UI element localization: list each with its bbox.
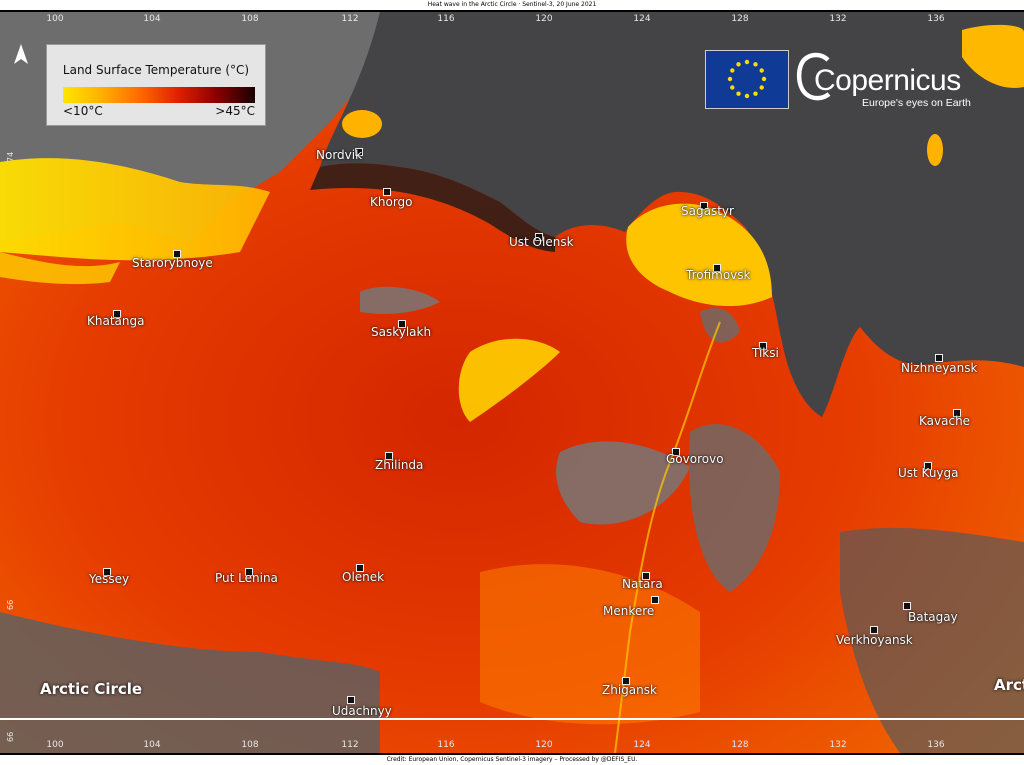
copernicus-logo: Copernicus Europe's eyes on Earth <box>794 48 994 110</box>
arctic-circle-line <box>0 718 1024 720</box>
longitude-label: 108 <box>241 740 259 750</box>
city-label: Olenek <box>342 570 385 584</box>
city-label: Saskylakh <box>371 325 432 339</box>
city-label: Nordvik <box>316 148 363 162</box>
longitude-label: 104 <box>143 740 161 750</box>
arctic-circle-label-right: Arct <box>994 676 1024 694</box>
longitude-label: 116 <box>437 14 455 24</box>
arctic-circle-label: Arctic Circle <box>40 680 143 698</box>
latitude-label: 66 <box>6 731 15 742</box>
longitude-label: 116 <box>437 740 455 750</box>
longitude-label: 100 <box>46 14 64 24</box>
longitude-label: 120 <box>535 14 553 24</box>
longitude-label: 132 <box>829 740 847 750</box>
legend-min-label: <10°C <box>63 104 103 118</box>
city-label: Sagastyr <box>681 204 734 218</box>
city-label: Zhilinda <box>375 458 424 472</box>
city-label: Verkhoyansk <box>836 633 913 647</box>
city-marker <box>651 596 659 604</box>
longitude-label: 100 <box>46 740 64 750</box>
legend-max-label: >45°C <box>215 104 255 118</box>
latitude-label: 74 <box>6 151 15 162</box>
longitude-label: 108 <box>241 14 259 24</box>
copernicus-wordmark: Copernicus <box>814 64 961 97</box>
city-label: Khatanga <box>87 314 145 328</box>
island-east <box>927 134 943 166</box>
longitude-label: 128 <box>731 14 749 24</box>
longitude-label: 136 <box>927 740 945 750</box>
city-label: Govorovo <box>666 452 724 466</box>
latitude-label: 66 <box>6 599 15 610</box>
longitude-label: 112 <box>341 14 359 24</box>
temperature-map: 100 104 108 112 116 120 124 128 132 136 … <box>0 12 1024 753</box>
header-strip: Heat wave in the Arctic Circle · Sentine… <box>0 0 1024 10</box>
longitude-label: 120 <box>535 740 553 750</box>
city-label: Khorgo <box>370 195 413 209</box>
footer-credit: Credit: European Union, Copernicus Senti… <box>386 756 638 763</box>
longitude-label: 136 <box>927 14 945 24</box>
city-label: Nizhneyansk <box>901 361 978 375</box>
longitude-label: 132 <box>829 14 847 24</box>
copernicus-tagline: Europe's eyes on Earth <box>862 97 971 109</box>
city-marker <box>347 696 355 704</box>
city-label: Udachnyy <box>332 704 392 718</box>
city-label: Put Lenina <box>215 571 278 585</box>
city-label: Ust Olensk <box>509 235 574 249</box>
header-title: Heat wave in the Arctic Circle · Sentine… <box>427 1 597 8</box>
city-label: Trofimovsk <box>686 268 751 282</box>
city-label: Tiksi <box>752 346 779 360</box>
island-nordvik <box>342 110 382 138</box>
city-label: Yessey <box>89 572 130 586</box>
city-label: Kavache <box>919 414 971 428</box>
city-label: Zhigansk <box>602 683 657 697</box>
longitude-label: 124 <box>633 14 651 24</box>
city-marker <box>903 602 911 610</box>
city-label: Ust Kuyga <box>898 466 959 480</box>
longitude-label: 112 <box>341 740 359 750</box>
north-arrow-icon <box>14 44 28 64</box>
longitude-label: 124 <box>633 740 651 750</box>
city-label: Batagay <box>908 610 958 624</box>
legend-colorbar <box>63 87 255 103</box>
map-frame: Heat wave in the Arctic Circle · Sentine… <box>0 0 1024 765</box>
longitude-label: 104 <box>143 14 161 24</box>
footer-strip: Credit: European Union, Copernicus Senti… <box>0 755 1024 765</box>
city-label: Menkere <box>603 604 655 618</box>
temperature-legend: Land Surface Temperature (°C) <10°C >45°… <box>46 44 266 126</box>
legend-title: Land Surface Temperature (°C) <box>62 63 250 77</box>
longitude-label: 128 <box>731 740 749 750</box>
city-label: Starorybnoye <box>132 256 213 270</box>
eu-flag-logo <box>705 50 789 109</box>
eu-stars-icon <box>727 59 767 99</box>
city-label: Natara <box>622 577 663 591</box>
